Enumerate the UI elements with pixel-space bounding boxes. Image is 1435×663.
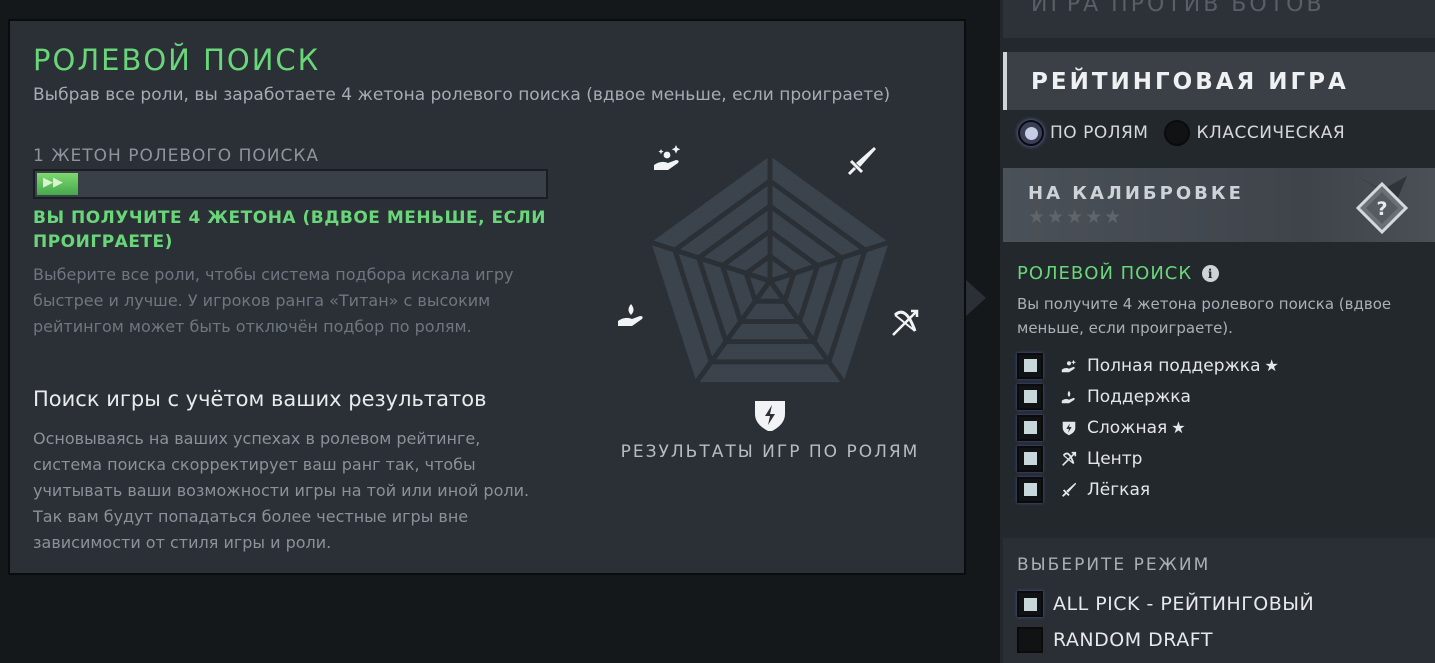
- role-row-offlane[interactable]: Сложная ★: [1017, 412, 1279, 443]
- role-row-safelane[interactable]: Лёгкая: [1017, 474, 1279, 505]
- offlane-shield-icon: [1059, 419, 1079, 437]
- calibration-card: НА КАЛИБРОВКЕ ★★★★★ ?: [1003, 168, 1435, 242]
- role-radar-svg: [618, 145, 919, 432]
- token-label: 1 ЖЕТОН РОЛЕВОГО ПОИСКА: [33, 146, 320, 166]
- support-hand-icon: [618, 304, 643, 326]
- radio-classic[interactable]: [1164, 120, 1191, 146]
- carry-sword-icon: [1059, 481, 1079, 499]
- performance-section-title: Поиск игры с учётом ваших результатов: [33, 387, 487, 411]
- role-queue-heading: РОЛЕВОЙ ПОИСК i: [1017, 263, 1220, 284]
- carry-sword-icon: [847, 147, 876, 176]
- role-queue-title: РОЛЕВОЙ ПОИСК: [1017, 263, 1193, 284]
- role-checkbox-list: Полная поддержка ★ Поддержка Сложная ★ Ц…: [1017, 350, 1279, 505]
- calibration-stars: ★★★★★: [1028, 206, 1124, 228]
- mode-label: ALL PICK - РЕЙТИНГОВЫЙ: [1053, 593, 1315, 615]
- role-label: Поддержка: [1087, 386, 1191, 407]
- hard-support-icon: [1059, 357, 1079, 375]
- token-progress-bar: ▶▶: [33, 169, 548, 199]
- tooltip-title: РОЛЕВОЙ ПОИСК: [33, 43, 321, 77]
- role-row-hard-support[interactable]: Полная поддержка ★: [1017, 350, 1279, 381]
- mode-checkbox-list: ALL PICK - РЕЙТИНГОВЫЙ RANDOM DRAFT: [1017, 586, 1314, 658]
- calibration-badge-mark: ?: [1376, 198, 1387, 220]
- mid-bow-icon: [1059, 450, 1079, 468]
- uncalibrated-rank-badge-icon: ?: [1355, 176, 1409, 235]
- preferred-star-icon: ★: [1171, 418, 1186, 437]
- role-radar-chart: [600, 131, 940, 432]
- role-label: Полная поддержка: [1087, 355, 1261, 376]
- mode-row-random-draft[interactable]: RANDOM DRAFT: [1017, 622, 1314, 658]
- radio-classic-label[interactable]: КЛАССИЧЕСКАЯ: [1196, 123, 1345, 143]
- performance-section-body: Основываясь на ваших успехах в ролевом р…: [33, 429, 530, 552]
- support-hand-icon: [1059, 388, 1079, 406]
- role-checkbox[interactable]: [1017, 352, 1043, 379]
- ranked-game-header[interactable]: РЕЙТИНГОВАЯ ИГРА: [1003, 52, 1435, 110]
- calibration-title: НА КАЛИБРОВКЕ: [1028, 183, 1244, 204]
- radar-caption: РЕЗУЛЬТАТЫ ИГР ПО РОЛЯМ: [620, 442, 920, 462]
- radio-by-roles-label[interactable]: ПО РОЛЯМ: [1050, 123, 1148, 143]
- offlane-shield-icon: [755, 401, 785, 432]
- radio-by-roles[interactable]: [1018, 120, 1044, 146]
- bots-game-header[interactable]: ИГРА ПРОТИВ БОТОВ: [1003, 0, 1435, 38]
- role-queue-tooltip: РОЛЕВОЙ ПОИСК Выбрав все роли, вы зарабо…: [8, 19, 966, 575]
- role-checkbox[interactable]: [1017, 414, 1043, 441]
- role-label: Лёгкая: [1087, 479, 1151, 500]
- role-queue-description: Вы получите 4 жетона ролевого поиска (вд…: [1017, 295, 1392, 337]
- matchmaking-type-radio-group: ПО РОЛЯМ КЛАССИЧЕСКАЯ: [1018, 120, 1361, 146]
- mode-label: RANDOM DRAFT: [1053, 629, 1213, 651]
- role-label: Сложная: [1087, 417, 1168, 438]
- role-checkbox[interactable]: [1017, 476, 1043, 503]
- progress-arrows-icon: ▶▶: [43, 175, 63, 190]
- info-icon[interactable]: i: [1202, 265, 1220, 282]
- role-row-support[interactable]: Поддержка: [1017, 381, 1279, 412]
- hard-support-icon: [654, 145, 681, 170]
- role-checkbox[interactable]: [1017, 445, 1043, 472]
- role-checkbox[interactable]: [1017, 383, 1043, 410]
- tooltip-subtitle: Выбрав все роли, вы заработаете 4 жетона…: [33, 85, 891, 105]
- mode-row-all-pick[interactable]: ALL PICK - РЕЙТИНГОВЫЙ: [1017, 586, 1314, 622]
- preferred-star-icon: ★: [1264, 356, 1279, 375]
- select-all-roles-hint: Выберите все роли, чтобы система подбора…: [33, 265, 514, 336]
- role-label: Центр: [1087, 448, 1143, 469]
- mode-checkbox[interactable]: [1017, 627, 1043, 653]
- ranked-game-label: РЕЙТИНГОВАЯ ИГРА: [1031, 69, 1349, 95]
- mode-checkbox[interactable]: [1017, 591, 1043, 617]
- tokens-earned-message: ВЫ ПОЛУЧИТЕ 4 ЖЕТОНА (ВДВОЕ МЕНЬШЕ, ЕСЛИ…: [33, 208, 546, 252]
- bots-game-label: ИГРА ПРОТИВ БОТОВ: [1031, 0, 1325, 17]
- role-row-mid[interactable]: Центр: [1017, 443, 1279, 474]
- mode-title: ВЫБЕРИТЕ РЕЖИМ: [1017, 555, 1211, 575]
- tooltip-pointer: [966, 280, 986, 316]
- mid-bow-icon: [892, 309, 919, 336]
